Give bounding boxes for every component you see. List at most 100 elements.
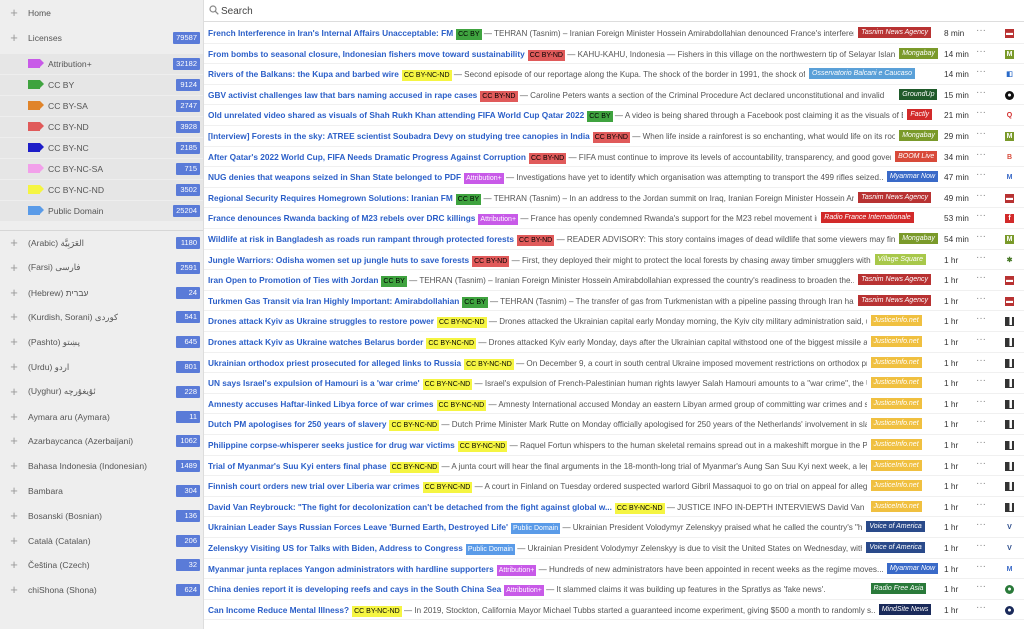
table-row[interactable]: Old unrelated video shared as visuals of…	[204, 105, 1024, 126]
sidebar-item-license[interactable]: CC BY 9124	[0, 75, 203, 95]
article-title-link[interactable]: Rivers of the Balkans: the Kupa and barb…	[208, 69, 805, 82]
more-options-icon[interactable]: ···	[976, 231, 986, 242]
source-badge[interactable]: JusticeInfo.net	[870, 356, 922, 368]
article-title[interactable]: China denies report it is developing ree…	[208, 584, 501, 594]
expand-icon[interactable]: +	[0, 307, 28, 327]
sidebar-item-license[interactable]: CC BY-ND 3928	[0, 117, 203, 137]
sidebar-item-language[interactable]: + Azarbaycanca (Azerbaijani) 1062	[0, 431, 203, 451]
expand-icon[interactable]: +	[0, 431, 28, 451]
more-options-icon[interactable]: ···	[976, 478, 986, 489]
table-row[interactable]: France denounces Rwanda backing of M23 r…	[204, 208, 1024, 229]
more-options-icon[interactable]: ···	[976, 561, 986, 572]
sidebar-item-language[interactable]: + Bosanski (Bosnian) 136	[0, 506, 203, 526]
table-row[interactable]: [Interview] Forests in the sky: ATREE sc…	[204, 126, 1024, 147]
article-title-link[interactable]: Ukrainian orthodox priest prosecuted for…	[208, 358, 867, 370]
expand-icon[interactable]: +	[0, 332, 28, 352]
source-badge[interactable]: JusticeInfo.net	[870, 480, 922, 492]
article-title[interactable]: Dutch PM apologises for 250 years of sla…	[208, 419, 386, 429]
expand-icon[interactable]: +	[0, 28, 28, 48]
article-title[interactable]: Rivers of the Balkans: the Kupa and barb…	[208, 69, 399, 79]
article-title-link[interactable]: Drones attack Kyiv as Ukraine watches Be…	[208, 337, 867, 349]
source-badge[interactable]: Voice of America	[866, 542, 925, 553]
source-badge[interactable]: JusticeInfo.net	[870, 397, 922, 409]
source-badge[interactable]: GroundUp	[899, 88, 938, 100]
table-row[interactable]: Finnish court orders new trial over Libe…	[204, 476, 1024, 497]
more-options-icon[interactable]: ···	[976, 355, 986, 366]
expand-icon[interactable]: +	[0, 382, 28, 402]
article-title[interactable]: Amnesty accuses Haftar-linked Libya forc…	[208, 399, 434, 409]
sidebar-item-home[interactable]: + Home	[0, 3, 203, 23]
source-badge[interactable]: Factly	[907, 109, 933, 121]
sidebar-item-license[interactable]: Public Domain 25204	[0, 201, 203, 221]
source-badge[interactable]: Tasnim News Agency	[858, 191, 931, 203]
more-options-icon[interactable]: ···	[976, 66, 986, 77]
table-row[interactable]: Iran Open to Promotion of Ties with Jord…	[204, 270, 1024, 291]
article-title-link[interactable]: Myanmar junta replaces Yangon administra…	[208, 564, 883, 576]
article-title[interactable]: [Interview] Forests in the sky: ATREE sc…	[208, 131, 590, 141]
article-title-link[interactable]: France denounces Rwanda backing of M23 r…	[208, 213, 817, 226]
source-badge[interactable]: JusticeInfo.net	[870, 459, 922, 471]
source-badge[interactable]: JusticeInfo.net	[870, 500, 922, 512]
source-badge[interactable]: Osservatorio Balcani e Caucaso	[809, 68, 915, 80]
sidebar-item-language[interactable]: + Català (Catalan) 206	[0, 531, 203, 551]
sidebar-item-license[interactable]: Attribution+ 32182	[0, 54, 203, 74]
table-row[interactable]: Dutch PM apologises for 250 years of sla…	[204, 414, 1024, 435]
more-options-icon[interactable]: ···	[976, 107, 986, 118]
more-options-icon[interactable]: ···	[976, 334, 986, 345]
more-options-icon[interactable]: ···	[976, 519, 986, 530]
source-badge[interactable]: JusticeInfo.net	[870, 377, 922, 389]
expand-icon[interactable]: +	[0, 407, 28, 427]
article-title-link[interactable]: Ukrainian Leader Says Russian Forces Lea…	[208, 522, 862, 535]
article-title-link[interactable]: China denies report it is developing ree…	[208, 584, 825, 597]
sidebar-item-language[interactable]: + (Pashto) پښتو 645	[0, 332, 203, 352]
source-badge[interactable]: Myanmar Now	[886, 562, 939, 574]
article-title[interactable]: Can Income Reduce Mental Illness?	[208, 605, 349, 615]
expand-icon[interactable]: +	[0, 506, 28, 526]
source-badge[interactable]: Voice of America	[866, 521, 925, 533]
article-title-link[interactable]: Finnish court orders new trial over Libe…	[208, 481, 867, 494]
more-options-icon[interactable]: ···	[976, 313, 986, 324]
article-title-link[interactable]: Old unrelated video shared as visuals of…	[208, 110, 903, 123]
sidebar-item-license[interactable]: CC BY-NC 2185	[0, 138, 203, 158]
source-badge[interactable]: Mongabay	[899, 233, 938, 244]
article-title[interactable]: UN says Israel's expulsion of Hamouri is…	[208, 378, 420, 388]
more-options-icon[interactable]: ···	[976, 169, 986, 180]
search-input[interactable]	[221, 3, 1011, 19]
expand-icon[interactable]: +	[0, 357, 28, 377]
article-title[interactable]: Regional Security Requires Homegrown Sol…	[208, 193, 453, 203]
expand-icon[interactable]: +	[0, 481, 28, 501]
article-title-link[interactable]: David Van Reybrouck: "The fight for deco…	[208, 502, 867, 514]
article-title-link[interactable]: Drones attack Kyiv as Ukraine struggles …	[208, 316, 867, 329]
table-row[interactable]: NUG denies that weapons seized in Shan S…	[204, 167, 1024, 188]
article-title-link[interactable]: NUG denies that weapons seized in Shan S…	[208, 172, 883, 185]
more-options-icon[interactable]: ···	[976, 437, 986, 448]
article-title[interactable]: Drones attack Kyiv as Ukraine struggles …	[208, 316, 434, 326]
source-badge[interactable]: Village Square	[874, 253, 926, 265]
more-options-icon[interactable]: ···	[976, 416, 986, 427]
article-title[interactable]: Zelenskyy Visiting US for Talks with Bid…	[208, 543, 463, 553]
source-badge[interactable]: Radio Free Asia	[870, 583, 927, 595]
article-title[interactable]: GBV activist challenges law that bars na…	[208, 90, 477, 100]
sidebar-item-language[interactable]: + (Kurdish, Sorani) كوردی 541	[0, 307, 203, 327]
table-row[interactable]: Trial of Myanmar's Suu Kyi enters final …	[204, 456, 1024, 477]
source-badge[interactable]: JusticeInfo.net	[870, 418, 922, 430]
expand-icon[interactable]: +	[0, 531, 28, 551]
source-badge[interactable]: Mongabay	[899, 130, 938, 141]
article-title[interactable]: French Interference in Iran's Internal A…	[208, 28, 453, 38]
source-badge[interactable]: JusticeInfo.net	[870, 439, 922, 450]
article-title-link[interactable]: Zelenskyy Visiting US for Talks with Bid…	[208, 543, 862, 555]
article-title[interactable]: Old unrelated video shared as visuals of…	[208, 110, 584, 120]
sidebar-item-licenses[interactable]: + Licenses 79587	[0, 28, 203, 48]
article-title[interactable]: Myanmar junta replaces Yangon administra…	[208, 564, 494, 574]
table-row[interactable]: Drones attack Kyiv as Ukraine watches Be…	[204, 332, 1024, 353]
sidebar-item-language[interactable]: + chiShona (Shona) 624	[0, 580, 203, 600]
article-title-link[interactable]: [Interview] Forests in the sky: ATREE sc…	[208, 131, 895, 143]
more-options-icon[interactable]: ···	[976, 375, 986, 386]
article-title-link[interactable]: Regional Security Requires Homegrown Sol…	[208, 193, 854, 205]
article-title-link[interactable]: Amnesty accuses Haftar-linked Libya forc…	[208, 399, 867, 411]
more-options-icon[interactable]: ···	[976, 581, 986, 592]
more-options-icon[interactable]: ···	[976, 272, 986, 283]
article-title-link[interactable]: Trial of Myanmar's Suu Kyi enters final …	[208, 461, 867, 473]
more-options-icon[interactable]: ···	[976, 210, 986, 221]
source-badge[interactable]: Mongabay	[899, 47, 938, 59]
